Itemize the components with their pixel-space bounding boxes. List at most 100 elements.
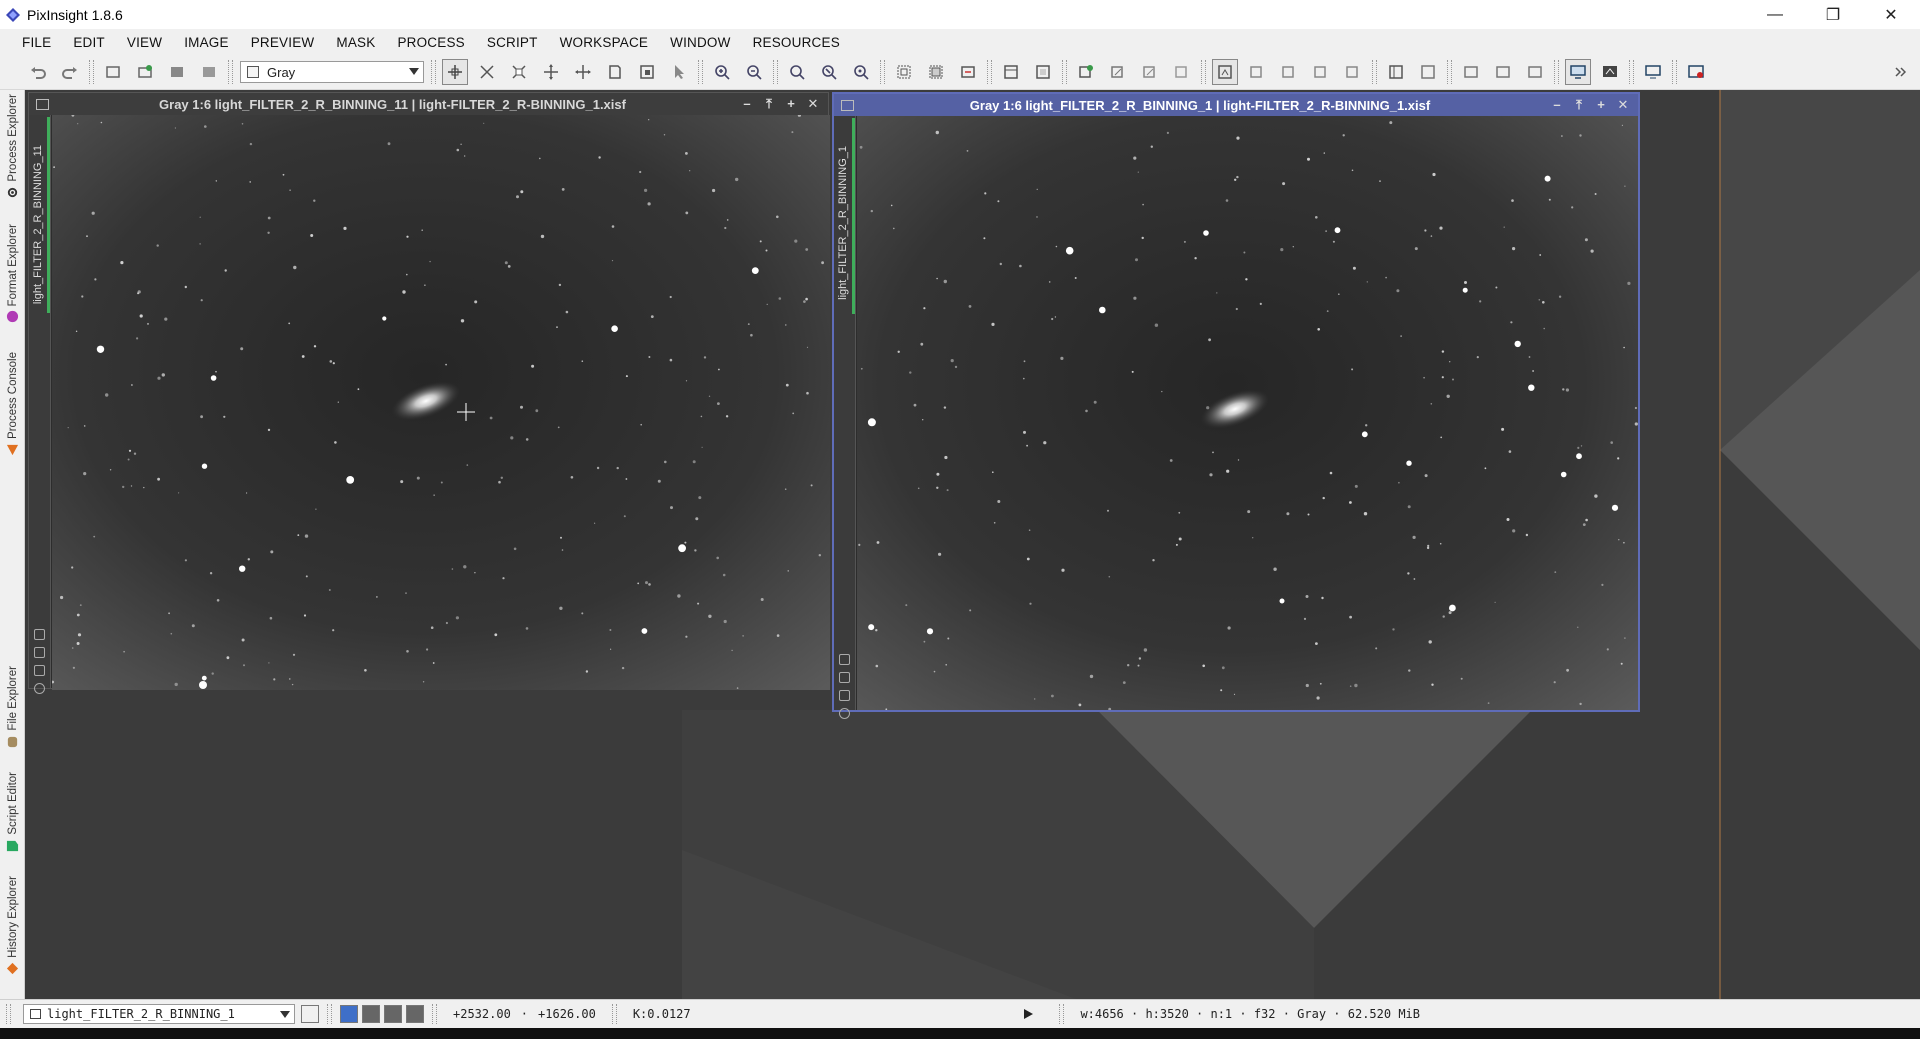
view-explorer-icon[interactable] — [301, 1005, 319, 1023]
zoom-1-1-icon[interactable] — [784, 59, 810, 85]
green-channel-icon[interactable] — [384, 1005, 402, 1023]
menu-edit[interactable]: EDIT — [65, 35, 119, 50]
icons-delete-icon[interactable] — [1522, 59, 1548, 85]
red-channel-icon[interactable] — [362, 1005, 380, 1023]
image-window-binning-1[interactable]: Gray 1:6 light_FILTER_2_R_BINNING_1 | li… — [832, 92, 1640, 719]
iconize-window-button[interactable]: ⤒ — [1568, 97, 1590, 113]
zoom-in-mode-icon[interactable] — [474, 59, 500, 85]
restore-window-button[interactable]: ❐ — [1804, 0, 1862, 29]
screen-transfer-icon[interactable] — [1212, 59, 1238, 85]
console-icon[interactable] — [1640, 59, 1666, 85]
lock-tab-icon[interactable] — [34, 647, 45, 658]
fullscreen-icon[interactable] — [1030, 59, 1056, 85]
fit-window-icon[interactable] — [891, 59, 917, 85]
workspace-icon[interactable] — [1597, 59, 1623, 85]
workspace[interactable]: Gray 1:6 light_FILTER_2_R_BINNING_11 | l… — [26, 90, 1920, 999]
identify-tab-icon[interactable] — [839, 708, 850, 719]
identify-tab-icon[interactable] — [34, 683, 45, 694]
explorer-window-icon[interactable] — [1383, 59, 1409, 85]
toolbar-overflow-icon[interactable] — [1887, 59, 1913, 85]
icons-arrange-icon[interactable] — [1458, 59, 1484, 85]
fit-view-icon[interactable] — [848, 59, 874, 85]
preview-tab-icon[interactable] — [34, 665, 45, 676]
mask-tab-icon[interactable] — [839, 654, 850, 665]
pan-mode-icon[interactable] — [538, 59, 564, 85]
save-as-icon[interactable] — [196, 59, 222, 85]
mask-apply-icon[interactable] — [1105, 59, 1131, 85]
icons-select-icon[interactable] — [1490, 59, 1516, 85]
stf-boost-icon[interactable] — [1340, 59, 1366, 85]
zoom-out-mode-icon[interactable] — [506, 59, 532, 85]
shade-window-button[interactable]: – — [736, 96, 758, 112]
maximize-view-icon[interactable] — [998, 59, 1024, 85]
window-menu-icon[interactable] — [841, 99, 854, 111]
close-image-window-button[interactable]: ✕ — [802, 96, 824, 112]
astro-image-canvas[interactable] — [857, 116, 1638, 710]
mask-invert-icon[interactable] — [1169, 59, 1195, 85]
new-preview-icon[interactable] — [1073, 59, 1099, 85]
rgb-channel-icon[interactable] — [340, 1005, 358, 1023]
zoom-in-icon[interactable] — [709, 59, 735, 85]
menu-mask[interactable]: MASK — [328, 35, 389, 50]
play-icon[interactable] — [1021, 1007, 1035, 1021]
image-window-titlebar[interactable]: Gray 1:6 light_FILTER_2_R_BINNING_1 | li… — [834, 94, 1638, 116]
menu-process[interactable]: PROCESS — [389, 35, 478, 50]
open-icon[interactable] — [132, 59, 158, 85]
astro-image-canvas[interactable] — [52, 115, 830, 690]
abort-icon[interactable] — [1683, 59, 1709, 85]
stf-reset-icon[interactable] — [1276, 59, 1302, 85]
menu-script[interactable]: SCRIPT — [479, 35, 552, 50]
mask-show-icon[interactable] — [1137, 59, 1163, 85]
readout-mode-icon[interactable] — [442, 59, 468, 85]
menu-workspace[interactable]: WORKSPACE — [552, 35, 663, 50]
stf-auto-icon[interactable] — [1308, 59, 1334, 85]
zoom-to-fit-icon[interactable] — [816, 59, 842, 85]
save-icon[interactable] — [164, 59, 190, 85]
menu-window[interactable]: WINDOW — [662, 35, 744, 50]
menu-file[interactable]: FILE — [14, 35, 65, 50]
minimize-window-button[interactable]: — — [1746, 0, 1804, 29]
menu-preview[interactable]: PREVIEW — [243, 35, 329, 50]
sidebar-tab-script-editor[interactable]: Script Editor — [0, 772, 25, 852]
iconize-window-button[interactable]: ⤒ — [758, 96, 780, 112]
reset-window-icon[interactable] — [955, 59, 981, 85]
image-window-titlebar[interactable]: Gray 1:6 light_FILTER_2_R_BINNING_11 | l… — [29, 93, 828, 115]
close-window-button[interactable]: ✕ — [1862, 0, 1920, 29]
undo-icon[interactable] — [25, 59, 51, 85]
process-icons-icon[interactable] — [1415, 59, 1441, 85]
lock-tab-icon[interactable] — [839, 672, 850, 683]
monitor-icon[interactable] — [1565, 59, 1591, 85]
new-image-icon[interactable] — [100, 59, 126, 85]
view-selector-tab[interactable]: light_FILTER_2_R_BINNING_11 — [29, 115, 51, 694]
star — [1127, 664, 1130, 667]
select-arrow-icon[interactable] — [666, 59, 692, 85]
mask-tab-icon[interactable] — [34, 629, 45, 640]
star — [1548, 198, 1551, 201]
channel-select[interactable]: Gray — [240, 61, 424, 83]
sidebar-tab-process-console[interactable]: Process Console — [0, 352, 25, 456]
view-select[interactable]: light_FILTER_2_R_BINNING_1 — [23, 1004, 295, 1024]
sidebar-tab-history-explorer[interactable]: History Explorer — [0, 876, 25, 975]
blue-channel-icon[interactable] — [406, 1005, 424, 1023]
image-window-binning-11[interactable]: Gray 1:6 light_FILTER_2_R_BINNING_11 | l… — [28, 92, 830, 694]
sidebar-tab-process-explorer[interactable]: Process Explorer — [0, 94, 25, 199]
sidebar-tab-format-explorer[interactable]: Format Explorer — [0, 224, 25, 323]
menu-resources[interactable]: RESOURCES — [745, 35, 854, 50]
close-image-window-button[interactable]: ✕ — [1612, 97, 1634, 113]
menu-view[interactable]: VIEW — [119, 35, 176, 50]
center-mode-icon[interactable] — [570, 59, 596, 85]
edit-preview-icon[interactable] — [634, 59, 660, 85]
zoom-out-icon[interactable] — [741, 59, 767, 85]
maximize-window-button[interactable]: + — [1590, 97, 1612, 113]
preview-mode-icon[interactable] — [602, 59, 628, 85]
shade-window-button[interactable]: – — [1546, 97, 1568, 113]
sidebar-tab-file-explorer[interactable]: File Explorer — [0, 666, 25, 748]
adjust-window-icon[interactable] — [923, 59, 949, 85]
window-menu-icon[interactable] — [36, 98, 49, 110]
stf-link-icon[interactable] — [1244, 59, 1270, 85]
menu-image[interactable]: IMAGE — [176, 35, 243, 50]
maximize-window-button[interactable]: + — [780, 96, 802, 112]
redo-icon[interactable] — [57, 59, 83, 85]
view-selector-tab[interactable]: light_FILTER_2_R_BINNING_1 — [834, 116, 856, 719]
preview-tab-icon[interactable] — [839, 690, 850, 701]
